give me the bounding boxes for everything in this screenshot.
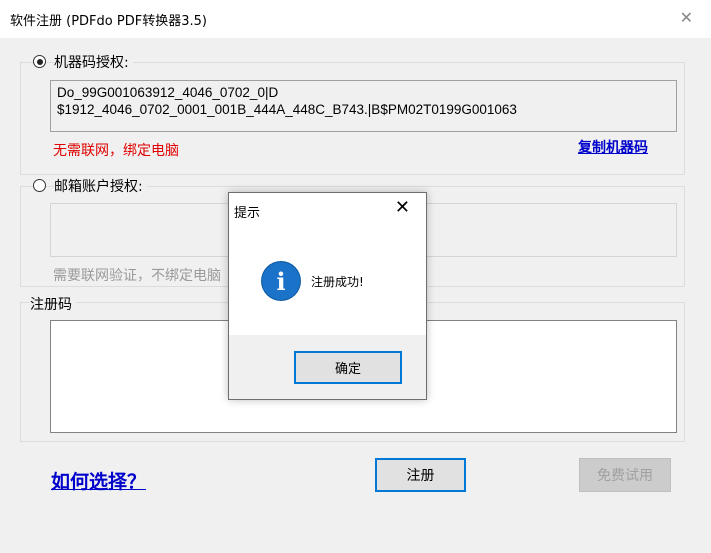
copy-machine-code-link[interactable]: 复制机器码 [578,137,648,157]
dialog-close-icon[interactable]: ✕ [395,199,410,217]
window-title: 软件注册 (PDFdo PDF转换器3.5) [10,14,207,29]
reg-code-label: 注册码 [30,294,76,314]
email-auth-radio[interactable] [33,179,46,192]
dialog-message: 注册成功! [311,275,364,289]
free-trial-button[interactable]: 免费试用 [579,458,671,492]
success-dialog: 提示 ✕ i 注册成功! 确定 [228,192,427,400]
email-auth-note: 需要联网验证，不绑定电脑 [53,268,221,284]
machine-code-line1: Do_99G001063912_4046_0702_0|D [57,85,279,100]
dialog-title: 提示 [234,206,261,221]
info-icon: i [262,262,300,300]
title-bar: 软件注册 (PDFdo PDF转换器3.5) ✕ [0,0,711,38]
email-auth-label: 邮箱账户授权: [54,176,147,196]
how-to-choose-link[interactable]: 如何选择？ [51,467,146,494]
dialog-footer: 确定 [229,335,426,399]
machine-auth-radio[interactable] [33,55,46,68]
machine-auth-note: 无需联网，绑定电脑 [53,143,179,159]
close-icon[interactable]: ✕ [680,10,693,26]
machine-code-line2: $1912_4046_0702_0001_001B_444A_448C_B743… [57,102,517,117]
register-button[interactable]: 注册 [375,458,466,492]
dialog-ok-button[interactable]: 确定 [294,351,402,384]
machine-auth-label: 机器码授权: [54,52,133,72]
